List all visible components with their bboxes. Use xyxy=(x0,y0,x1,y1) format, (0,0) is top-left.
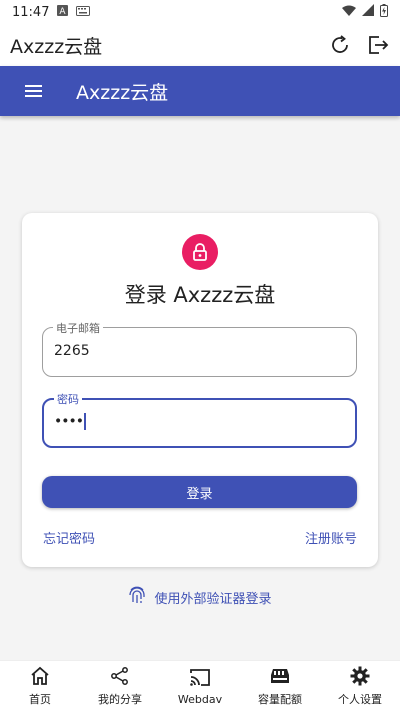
external-login-link[interactable]: 使用外部验证器登录 xyxy=(0,585,400,609)
email-field[interactable]: 电子邮箱 2265 xyxy=(42,320,357,377)
login-title: 登录 Axzzz云盘 xyxy=(124,283,276,307)
nav-settings-label: 个人设置 xyxy=(338,693,382,706)
notification-a-icon: A xyxy=(57,4,69,20)
wifi-icon xyxy=(342,5,356,20)
lock-icon xyxy=(182,234,218,270)
forgot-password-link[interactable]: 忘记密码 xyxy=(43,528,95,547)
nav-home[interactable]: 首页 xyxy=(0,665,80,707)
cast-icon xyxy=(189,667,211,689)
login-card: 登录 Axzzz云盘 电子邮箱 2265 密码 •••• 登录 忘记密码 注册账… xyxy=(22,213,378,567)
signal-icon xyxy=(362,4,374,20)
nav-settings[interactable]: 个人设置 xyxy=(320,665,400,707)
password-field[interactable]: 密码 •••• xyxy=(42,391,357,448)
email-label: 电子邮箱 xyxy=(53,320,103,336)
home-icon xyxy=(29,665,51,687)
menu-icon[interactable] xyxy=(24,80,46,102)
nav-webdav-label: Webdav xyxy=(177,692,223,706)
toolbar: Axzzz云盘 xyxy=(0,66,400,116)
register-link[interactable]: 注册账号 xyxy=(305,528,357,547)
nav-my-shares-label: 我的分享 xyxy=(98,693,142,706)
password-label: 密码 xyxy=(54,391,82,407)
nav-storage-quota[interactable]: 容量配额 xyxy=(240,665,320,707)
nav-webdav[interactable]: Webdav xyxy=(160,667,240,706)
toolbar-title: Axzzz云盘 xyxy=(76,81,169,104)
nav-my-shares[interactable]: 我的分享 xyxy=(80,665,160,707)
password-value[interactable]: •••• xyxy=(54,413,87,430)
app-title: Axzzz云盘 xyxy=(10,35,103,58)
login-button[interactable]: 登录 xyxy=(42,476,357,508)
status-bar: 11:47 A xyxy=(0,0,400,24)
external-login-label: 使用外部验证器登录 xyxy=(154,591,272,607)
bottom-nav: 首页 我的分享 Webdav 容量配额 个人设置 xyxy=(0,660,400,711)
refresh-icon[interactable] xyxy=(328,33,352,57)
battery-icon xyxy=(380,3,388,21)
share-icon xyxy=(109,665,131,687)
keyboard-icon xyxy=(76,5,91,20)
logout-icon[interactable] xyxy=(366,33,390,57)
app-title-bar: Axzzz云盘 xyxy=(0,24,400,66)
fingerprint-icon xyxy=(128,585,146,609)
nav-storage-quota-label: 容量配额 xyxy=(258,693,302,706)
password-dots: •••• xyxy=(54,413,84,430)
status-time: 11:47 xyxy=(12,4,50,20)
text-caret xyxy=(84,413,87,430)
email-value[interactable]: 2265 xyxy=(54,343,90,359)
svg-text:A: A xyxy=(60,7,67,16)
storage-icon xyxy=(269,665,291,687)
gear-icon xyxy=(349,665,371,687)
nav-home-label: 首页 xyxy=(29,693,51,706)
